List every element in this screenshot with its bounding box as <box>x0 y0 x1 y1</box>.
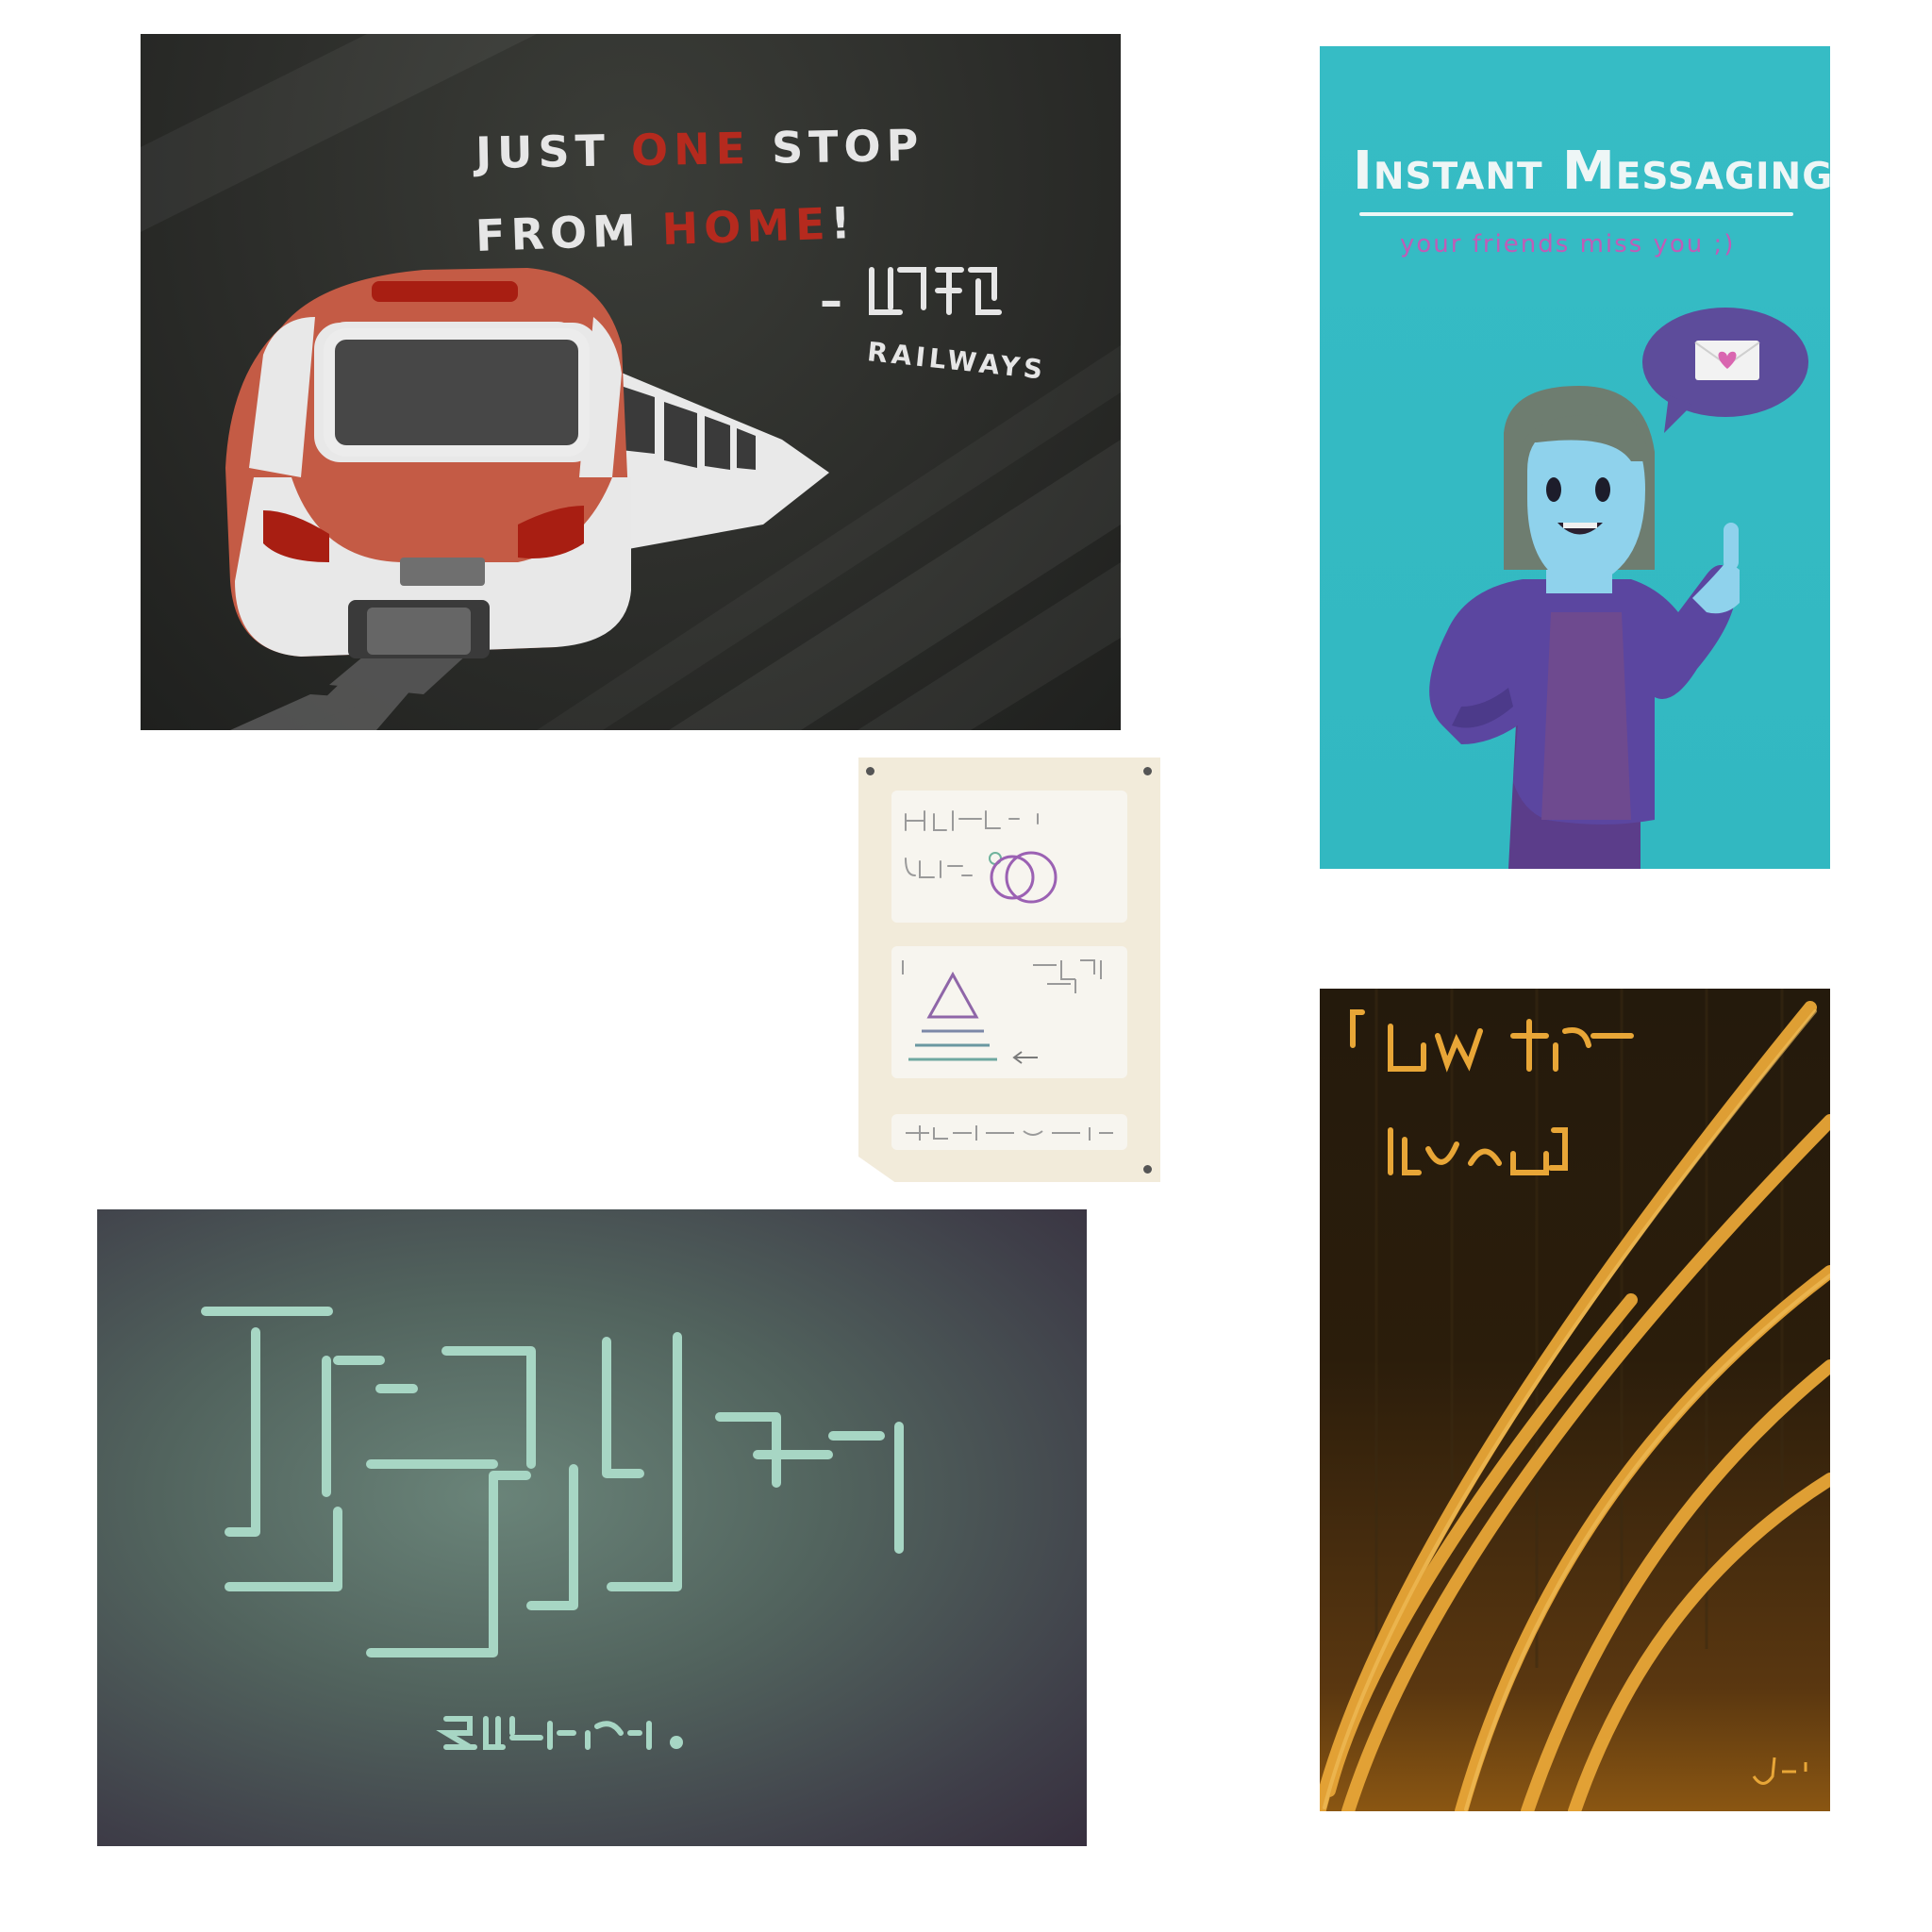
note-card-middle <box>891 946 1127 1078</box>
amber-strokes <box>1320 989 1830 1811</box>
pin-icon <box>1143 1165 1152 1174</box>
chalk-glyphs <box>201 1307 904 1750</box>
chalkboard-poster <box>97 1209 1087 1846</box>
messaging-poster: Instant Messaging your friends miss you … <box>1320 46 1830 869</box>
brand-glyph-logo <box>869 267 1002 315</box>
paper-note <box>858 758 1160 1182</box>
pyramid-doodle <box>902 959 1102 1064</box>
envelope-icon <box>1694 341 1760 380</box>
amber-poster <box>1320 989 1830 1811</box>
girl-illustration <box>1429 308 1808 869</box>
pin-icon <box>1143 767 1152 775</box>
note-card-top <box>891 791 1127 923</box>
circles-doodle <box>905 810 1058 904</box>
scribble-text <box>906 1125 1113 1141</box>
note-card-bottom <box>891 1114 1127 1150</box>
train-poster: JUST ONE STOP FROM HOME! – RAILWAYS <box>141 34 1121 730</box>
pin-icon <box>866 767 874 775</box>
